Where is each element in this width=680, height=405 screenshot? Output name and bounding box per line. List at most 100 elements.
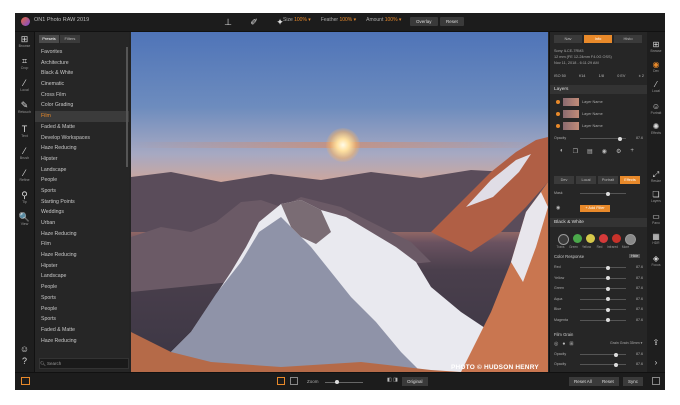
- reset-brush-button[interactable]: Reset: [440, 17, 464, 26]
- slider-knob[interactable]: [606, 297, 610, 301]
- color-response-slider-aqua[interactable]: Aqua 87.6: [554, 296, 643, 303]
- help-icon[interactable]: ?: [15, 356, 34, 366]
- preset-category[interactable]: Haze Reducing: [35, 143, 129, 154]
- grain-circle-icon[interactable]: ●: [562, 341, 565, 347]
- tab-local[interactable]: Local: [576, 176, 596, 184]
- layers-header[interactable]: Layers: [550, 85, 647, 94]
- color-response-slider-green[interactable]: Green 87.6: [554, 285, 643, 292]
- color-response-slider-red[interactable]: Red 87.6: [554, 264, 643, 271]
- layer-settings-icon[interactable]: ⚙: [616, 148, 621, 155]
- tab-nav[interactable]: Nav: [554, 35, 582, 43]
- preset-category[interactable]: Starting Points: [35, 197, 129, 208]
- single-view-icon[interactable]: [277, 377, 285, 385]
- layer-circle-icon[interactable]: ◉: [602, 148, 607, 155]
- preset-category[interactable]: Landscape: [35, 165, 129, 176]
- brush-tool-icon[interactable]: ✐: [248, 16, 260, 28]
- color-response-slider-blue[interactable]: Blue 87.6: [554, 306, 643, 313]
- preset-category[interactable]: Sports: [35, 314, 129, 325]
- tab-info[interactable]: Info: [584, 35, 612, 43]
- preset-category[interactable]: Haze Reducing: [35, 250, 129, 261]
- amount-param[interactable]: Amount 100% ▾: [366, 17, 401, 23]
- preset-search-input[interactable]: 🔍︎ Search: [39, 358, 129, 369]
- preset-category[interactable]: Faded & Matte: [35, 325, 129, 336]
- module-dev[interactable]: ◉ Dev: [647, 60, 665, 73]
- export-icon[interactable]: ›: [647, 358, 665, 367]
- reset-all-button[interactable]: Reset All: [569, 377, 597, 386]
- mask-slider[interactable]: Mask: [554, 190, 643, 197]
- preset-category[interactable]: Film: [35, 111, 129, 122]
- layer-visible-icon[interactable]: [556, 112, 560, 116]
- preset-category[interactable]: Sports: [35, 186, 129, 197]
- preset-category[interactable]: Haze Reducing: [35, 336, 129, 347]
- preset-category[interactable]: Weddings: [35, 207, 129, 218]
- tab-effects[interactable]: Effects: [620, 176, 640, 184]
- color-response-toggle[interactable]: Hide: [629, 254, 641, 258]
- right-panel-toggle-icon[interactable]: [652, 377, 660, 385]
- reset-button[interactable]: Reset: [597, 377, 619, 386]
- slider-knob[interactable]: [606, 191, 610, 196]
- grain-texture-icon[interactable]: ⊞: [569, 341, 573, 347]
- grain-preview-icon[interactable]: ◎: [554, 341, 558, 347]
- preset-category[interactable]: Develop Workspaces: [35, 133, 129, 144]
- layer-add-icon[interactable]: +: [630, 148, 634, 155]
- add-filter-button[interactable]: + Add Filter: [580, 205, 610, 212]
- module-pano[interactable]: ▭ Pano: [647, 212, 665, 225]
- rail-item-retouch[interactable]: ✎ Retouch: [15, 100, 34, 114]
- module-focus[interactable]: ◈ Focus: [647, 254, 665, 267]
- layer-merge-icon[interactable]: ▤: [587, 148, 593, 155]
- slider-knob[interactable]: [614, 362, 618, 367]
- bw-swatch-green[interactable]: [573, 234, 582, 243]
- module-local[interactable]: ⁄ Local: [647, 80, 665, 93]
- zoom-knob[interactable]: [335, 380, 339, 384]
- slider-knob[interactable]: [606, 286, 610, 291]
- preset-category[interactable]: Landscape: [35, 271, 129, 282]
- preset-category[interactable]: Favorites: [35, 47, 129, 58]
- original-button[interactable]: Original: [402, 377, 428, 386]
- slider-knob[interactable]: [614, 352, 618, 357]
- panel-toggle-icon[interactable]: [21, 377, 30, 385]
- layer-visible-icon[interactable]: [556, 100, 560, 104]
- photo-canvas[interactable]: PHOTO © HUDSON HENRY: [131, 32, 548, 372]
- preset-category[interactable]: Sports: [35, 293, 129, 304]
- layer-row[interactable]: Layer Name: [556, 121, 641, 131]
- slider-knob[interactable]: [606, 276, 610, 280]
- layer-mask-icon[interactable]: ◐: [560, 148, 564, 155]
- layer-visible-icon[interactable]: [556, 124, 560, 128]
- grain-type-select[interactable]: Grain Grain 35mm ▾: [610, 341, 642, 345]
- rail-item-crop[interactable]: ⌗ Crop: [15, 56, 34, 70]
- rail-item-view[interactable]: 🔍 View: [15, 212, 34, 226]
- preset-scrollbar[interactable]: [126, 47, 128, 167]
- preset-category[interactable]: Cross Film: [35, 90, 129, 101]
- tab-presets[interactable]: Presets: [39, 35, 59, 43]
- user-icon[interactable]: ☺: [15, 344, 34, 354]
- preset-category[interactable]: Hipster: [35, 154, 129, 165]
- preset-category[interactable]: Color Grading: [35, 100, 129, 111]
- module-resize[interactable]: ⤢ Resize: [647, 170, 665, 183]
- grain-slider[interactable]: Opacity 87.6: [554, 351, 643, 358]
- module-portrait[interactable]: ☺ Portrait: [647, 102, 665, 115]
- preset-category[interactable]: Haze Reducing: [35, 229, 129, 240]
- rail-item-tip[interactable]: ⚲ Tip: [15, 190, 34, 204]
- rail-item-browse[interactable]: ⊞ Browse: [15, 34, 34, 48]
- stamp-tool-icon[interactable]: ⊥: [222, 16, 234, 28]
- color-response-slider-yellow[interactable]: Yellow 87.6: [554, 275, 643, 282]
- bw-swatch-trans[interactable]: [558, 234, 569, 245]
- rail-item-local[interactable]: ⁄ Local: [15, 78, 34, 92]
- compare-view-icon[interactable]: [290, 377, 298, 385]
- module-effects[interactable]: ✺ Effects: [647, 122, 665, 135]
- preset-category[interactable]: Architecture: [35, 58, 129, 69]
- share-icon[interactable]: ⇪: [647, 338, 665, 347]
- slider-knob[interactable]: [606, 318, 610, 322]
- module-browse[interactable]: ⊞ Browse: [647, 40, 665, 53]
- filter-visibility-icon[interactable]: ◉: [556, 205, 560, 211]
- sync-button[interactable]: Sync: [623, 377, 644, 386]
- preset-category[interactable]: People: [35, 304, 129, 315]
- slider-knob[interactable]: [606, 265, 610, 270]
- preset-category[interactable]: Hipster: [35, 261, 129, 272]
- preset-category[interactable]: Film: [35, 239, 129, 250]
- preset-category[interactable]: Faded & Matte: [35, 122, 129, 133]
- preset-category[interactable]: Urban: [35, 218, 129, 229]
- preset-category[interactable]: People: [35, 175, 129, 186]
- layer-row[interactable]: Layer Name: [556, 109, 641, 119]
- tab-portrait[interactable]: Portrait: [598, 176, 618, 184]
